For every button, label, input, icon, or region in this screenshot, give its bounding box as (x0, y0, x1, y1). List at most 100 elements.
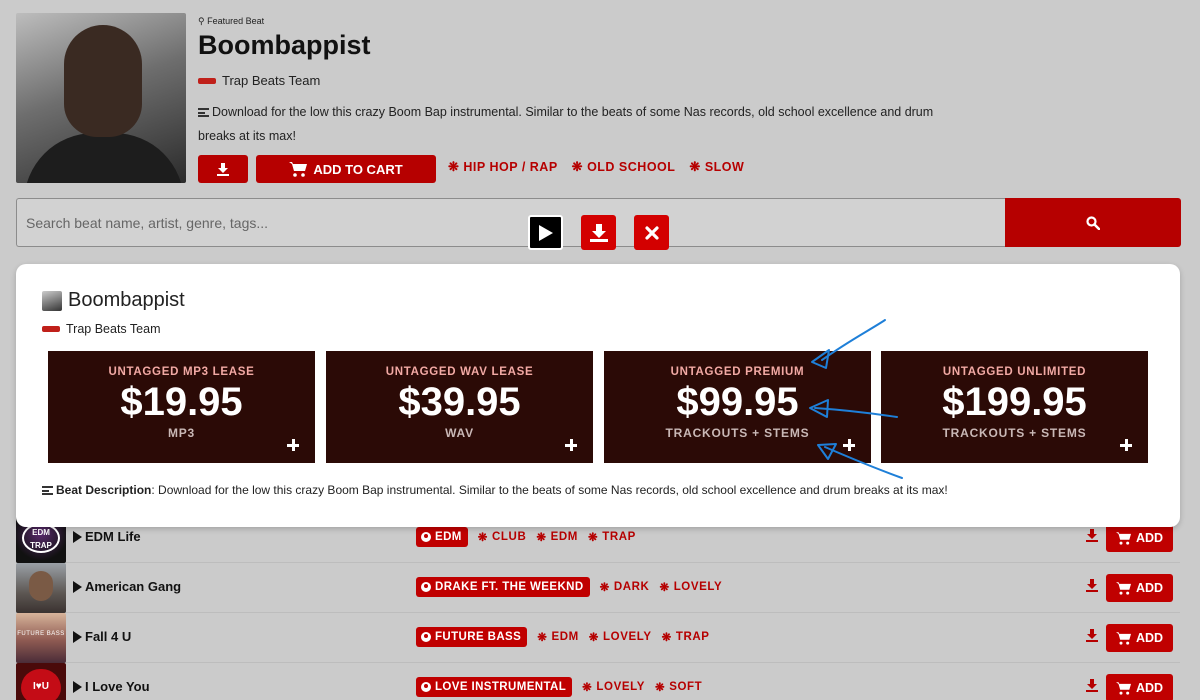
track-tag[interactable]: ❋ TRAP (662, 630, 710, 644)
artist-tag[interactable]: EDM (416, 527, 468, 547)
lease-name: UNTAGGED WAV LEASE (385, 366, 534, 378)
track-tag[interactable]: ❋ LOVELY (589, 630, 652, 644)
track-title[interactable]: EDM Life (73, 529, 141, 544)
track-tag[interactable]: ❋ TRAP (588, 530, 636, 544)
featured-title[interactable]: Boombappist (198, 30, 371, 61)
tag-icon: ❋ (448, 159, 460, 174)
lease-price: $19.95 (120, 380, 243, 424)
cart-icon (1115, 531, 1131, 545)
producer-logo-icon (198, 77, 216, 84)
track-title[interactable]: I Love You (73, 679, 150, 694)
tag-hip-hop[interactable]: ❋ HIP HOP / RAP (448, 159, 558, 175)
download-icon[interactable] (1086, 529, 1098, 542)
beat-description: Beat Description: Download for the low t… (42, 483, 948, 497)
artist-tag[interactable]: LOVE INSTRUMENTAL (416, 677, 573, 697)
tag-slow[interactable]: ❋ SLOW (689, 159, 744, 175)
track-title[interactable]: Fall 4 U (73, 629, 131, 644)
add-button[interactable]: ADD (1106, 674, 1173, 700)
track-tags: LOVE INSTRUMENTAL ❋ LOVELY ❋ SOFT (416, 677, 702, 697)
track-thumb[interactable] (16, 563, 66, 613)
plus-icon[interactable] (565, 439, 577, 451)
lease-name: UNTAGGED UNLIMITED (942, 366, 1087, 378)
track-thumb[interactable]: FUTURE BASS (16, 613, 66, 663)
lease-files: TRACKOUTS + STEMS (942, 426, 1087, 440)
lease-files: MP3 (167, 426, 196, 440)
add-button[interactable]: ADD (1106, 624, 1173, 652)
track-tag[interactable]: ❋ EDM (537, 630, 579, 644)
tag-icon: ❋ (582, 682, 593, 694)
track-tag[interactable]: ❋ SOFT (655, 680, 702, 694)
cart-icon (289, 161, 308, 177)
lease-option-unlimited[interactable]: UNTAGGED UNLIMITED $199.95 TRACKOUTS + S… (881, 351, 1148, 463)
lease-price: $39.95 (398, 380, 521, 424)
track-row-i-love-you[interactable]: I♥U I Love You LOVE INSTRUMENTAL ❋ LOVELY… (16, 663, 1180, 700)
search-icon (1086, 215, 1100, 230)
lease-option-wav[interactable]: UNTAGGED WAV LEASE $39.95 WAV (326, 351, 593, 463)
tag-icon: ❋ (689, 159, 701, 174)
play-icon[interactable] (73, 580, 82, 593)
lease-option-mp3[interactable]: UNTAGGED MP3 LEASE $19.95 MP3 (48, 351, 315, 463)
tag-old-school[interactable]: ❋ OLD SCHOOL (572, 159, 676, 175)
cart-icon (1115, 581, 1131, 595)
artist-tag[interactable]: FUTURE BASS (416, 627, 528, 647)
user-icon (421, 582, 431, 592)
add-to-cart-button[interactable]: ADD TO CART (256, 155, 436, 183)
track-title[interactable]: American Gang (73, 579, 181, 594)
lease-price: $199.95 (942, 380, 1087, 424)
download-icon[interactable] (1086, 629, 1098, 642)
tag-icon: ❋ (537, 632, 548, 644)
play-icon[interactable] (73, 530, 82, 543)
tag-icon: ❋ (659, 582, 670, 594)
track-tag[interactable]: ❋ CLUB (478, 530, 527, 544)
track-row-fall-4-u[interactable]: FUTURE BASS Fall 4 U FUTURE BASS ❋ EDM ❋ L… (16, 613, 1180, 663)
search-button[interactable] (1005, 198, 1181, 247)
tag-icon: ❋ (477, 532, 489, 544)
description-icon (42, 486, 53, 495)
lease-files: TRACKOUTS + STEMS (665, 426, 810, 440)
user-icon (421, 632, 431, 642)
lease-price: $99.95 (676, 380, 799, 424)
track-tag[interactable]: ❋ EDM (536, 530, 578, 544)
close-icon (644, 225, 659, 240)
plus-icon[interactable] (843, 439, 855, 451)
tag-icon: ❋ (654, 682, 666, 694)
search-input[interactable] (17, 199, 1006, 246)
track-tags: EDM ❋ CLUB ❋ EDM ❋ TRAP (416, 527, 636, 547)
featured-producer[interactable]: Trap Beats Team (198, 73, 320, 88)
track-tag[interactable]: ❋ LOVELY (582, 680, 645, 694)
download-icon (217, 162, 229, 176)
user-icon (421, 682, 431, 692)
player-download-button[interactable] (581, 215, 616, 250)
modal-producer[interactable]: Trap Beats Team (42, 322, 161, 336)
featured-cover-art[interactable] (16, 13, 186, 183)
featured-label: ⚲ Featured Beat (198, 16, 265, 26)
track-tag[interactable]: ❋ LOVELY (659, 580, 722, 594)
play-icon (538, 224, 553, 241)
track-thumb[interactable]: I♥U (16, 663, 66, 700)
tag-icon: ❋ (536, 532, 547, 544)
tag-icon: ❋ (588, 632, 600, 644)
play-button[interactable] (528, 215, 563, 250)
track-tags: FUTURE BASS ❋ EDM ❋ LOVELY ❋ TRAP (416, 627, 710, 647)
player-close-button[interactable] (634, 215, 669, 250)
artist-tag[interactable]: DRAKE FT. THE WEEKND (416, 577, 590, 597)
plus-icon[interactable] (287, 439, 299, 451)
tag-icon: ❋ (571, 159, 584, 174)
track-tag[interactable]: ❋ DARK (600, 580, 650, 594)
lease-option-premium[interactable]: UNTAGGED PREMIUM $99.95 TRACKOUTS + STEM… (604, 351, 871, 463)
add-button[interactable]: ADD (1106, 524, 1173, 552)
track-thumb-logo: EDM TRAP (22, 523, 60, 553)
cart-icon (1115, 681, 1131, 695)
tag-icon: ❋ (599, 582, 610, 594)
add-button[interactable]: ADD (1106, 574, 1173, 602)
download-icon[interactable] (1086, 679, 1098, 692)
heart-icon: I♥U (21, 669, 61, 700)
play-icon[interactable] (73, 630, 82, 643)
track-row-american-gang[interactable]: American Gang DRAKE FT. THE WEEKND ❋ DARK… (16, 563, 1180, 613)
play-icon[interactable] (73, 680, 82, 693)
plus-icon[interactable] (1120, 439, 1132, 451)
producer-logo-icon (42, 326, 60, 332)
download-icon[interactable] (1086, 579, 1098, 592)
tag-icon: ❋ (587, 532, 599, 544)
featured-download-button[interactable] (198, 155, 248, 183)
